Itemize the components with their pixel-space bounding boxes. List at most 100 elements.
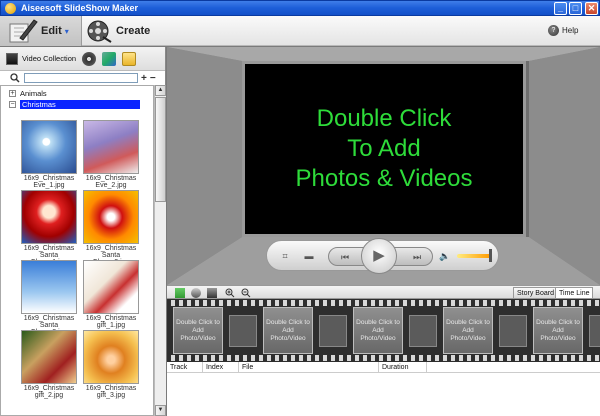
- crop-icon[interactable]: ⌗: [277, 248, 293, 264]
- column-duration[interactable]: Duration: [379, 362, 427, 372]
- film-perforations-bottom: [167, 355, 600, 361]
- preview-text-line1: Double Click: [316, 105, 452, 132]
- column-track[interactable]: Track: [167, 362, 203, 372]
- thumbnail-image: [21, 260, 77, 314]
- film-reel-icon: [87, 20, 112, 43]
- transition-slot[interactable]: [589, 315, 600, 347]
- preview-screen[interactable]: Double Click To Add Photos & Videos: [242, 61, 526, 237]
- thumbnail-image: [83, 190, 139, 244]
- transition-slot[interactable]: [409, 315, 437, 347]
- tree-node-animals[interactable]: + Animals: [9, 88, 47, 98]
- scroll-down-button[interactable]: ▼: [155, 405, 166, 416]
- thumbnail-item[interactable]: 16x9_Christmas gift_3.jpg: [83, 330, 139, 399]
- volume-slider[interactable]: [457, 254, 491, 258]
- column-file[interactable]: File: [239, 362, 379, 372]
- expand-icon[interactable]: +: [9, 89, 16, 97]
- thumbnail-caption: 16x9_Christmas gift_1.jpg: [85, 315, 137, 329]
- volume-knob[interactable]: [489, 249, 492, 262]
- tree-label: Christmas: [20, 99, 140, 109]
- preview-text-line2: To Add: [347, 135, 421, 162]
- folder-icon[interactable]: [122, 51, 137, 66]
- thumbnail-item[interactable]: 16x9_Christmas Santa Claus_2.jpg: [83, 190, 139, 266]
- preview-stage: Double Click To Add Photos & Videos ⌗ ▬ …: [167, 47, 600, 285]
- minimize-button[interactable]: _: [554, 2, 567, 15]
- tree-label: Animals: [20, 88, 47, 98]
- scroll-up-button[interactable]: ▲: [155, 85, 166, 96]
- import-photo-icon[interactable]: [102, 51, 117, 66]
- thumbnail-item[interactable]: 16x9_Christmas Eve_2.jpg: [83, 120, 139, 189]
- tab-story-board[interactable]: Story Board: [513, 287, 558, 299]
- transition-slot[interactable]: [499, 315, 527, 347]
- storyboard-slot[interactable]: Double Click to Add Photo/Video: [533, 307, 583, 354]
- track-table-header: Track Index File Duration: [167, 362, 600, 373]
- help-button[interactable]: ? Help: [548, 25, 578, 36]
- thumbnail-image: [83, 120, 139, 174]
- film-perforations-top: [167, 300, 600, 306]
- close-button[interactable]: ✕: [585, 2, 598, 15]
- library-toolbar: Video Collection: [0, 47, 165, 71]
- frame-icon[interactable]: ▬: [301, 248, 317, 264]
- previous-button[interactable]: ⏮: [337, 249, 353, 265]
- thumbnail-caption: 16x9_Christmas gift_3.jpg: [85, 385, 137, 399]
- add-folder-button[interactable]: +: [141, 73, 147, 84]
- add-media-icon[interactable]: [175, 288, 185, 298]
- tab-time-line[interactable]: Time Line: [555, 287, 594, 299]
- disc-icon[interactable]: [82, 51, 97, 66]
- thumbnail-caption: 16x9_Christmas Eve_1.jpg: [23, 175, 75, 189]
- media-library-panel: Video Collection + − + Animals − Christm…: [0, 47, 166, 416]
- video-collection-label[interactable]: Video Collection: [22, 54, 76, 63]
- thumbnail-item[interactable]: 16x9_Christmas Eve_1.jpg: [21, 120, 77, 189]
- edit-label: Edit: [41, 25, 62, 37]
- create-label: Create: [116, 25, 151, 37]
- search-row: + −: [0, 71, 165, 85]
- help-label: Help: [562, 26, 579, 35]
- video-collection-icon[interactable]: [6, 52, 18, 65]
- volume-icon[interactable]: 🔈: [437, 248, 453, 264]
- thumbnail-item[interactable]: 16x9_Christmas gift_1.jpg: [83, 260, 139, 329]
- next-button[interactable]: ⏭: [409, 249, 425, 265]
- search-input[interactable]: [24, 73, 138, 83]
- maximize-button[interactable]: □: [569, 2, 582, 15]
- thumbnail-item[interactable]: 16x9_Christmas Santa Claus_3.jpg: [21, 260, 77, 336]
- chevron-down-icon[interactable]: ▾: [65, 27, 69, 36]
- thumbnail-caption: 16x9_Christmas Eve_2.jpg: [85, 175, 137, 189]
- thumbnail-image: [83, 260, 139, 314]
- collection-tree: + Animals − Christmas 16x9_Christmas Eve…: [0, 85, 154, 416]
- thumbnail-caption: 16x9_Christmas gift_2.jpg: [23, 385, 75, 399]
- storyboard-slot[interactable]: Double Click to Add Photo/Video: [353, 307, 403, 354]
- collapse-icon[interactable]: −: [9, 100, 16, 108]
- main-toolbar: Edit ▾ Create ? Help: [0, 16, 600, 46]
- thumbnail-image: [83, 330, 139, 384]
- tree-node-christmas[interactable]: − Christmas: [9, 99, 140, 109]
- playback-controls: ⌗ ▬ ⏮ ⏭ ▶ 🔈: [266, 238, 499, 274]
- transition-slot[interactable]: [319, 315, 347, 347]
- thumbnail-image: [21, 120, 77, 174]
- scroll-thumb[interactable]: [155, 97, 166, 202]
- edit-icon: [6, 18, 38, 44]
- zoom-in-icon[interactable]: [225, 288, 235, 298]
- transition-slot[interactable]: [229, 315, 257, 347]
- column-index[interactable]: Index: [203, 362, 239, 372]
- zoom-out-icon[interactable]: [241, 288, 251, 298]
- thumbnail-item[interactable]: 16x9_Christmas gift_2.jpg: [21, 330, 77, 399]
- thumbnail-item[interactable]: 16x9_Christmas Santa Claus_1.jpg: [21, 190, 77, 266]
- thumbnail-image: [21, 330, 77, 384]
- library-scrollbar[interactable]: ▲ ▼: [154, 85, 166, 416]
- edit-tab[interactable]: Edit ▾: [0, 16, 82, 46]
- remove-folder-button[interactable]: −: [150, 73, 156, 84]
- add-music-icon[interactable]: [191, 288, 201, 298]
- storyboard-slot[interactable]: Double Click to Add Photo/Video: [443, 307, 493, 354]
- create-button[interactable]: Create: [86, 16, 156, 46]
- help-icon: ?: [548, 25, 559, 36]
- app-icon: [5, 2, 16, 14]
- title-bar: Aiseesoft SlideShow Maker _ □ ✕: [0, 0, 600, 16]
- storyboard-strip: Double Click to Add Photo/Video Double C…: [167, 299, 600, 362]
- storyboard-slot[interactable]: Double Click to Add Photo/Video: [173, 307, 223, 354]
- storyboard-slot[interactable]: Double Click to Add Photo/Video: [263, 307, 313, 354]
- search-icon: [10, 73, 20, 83]
- track-table: Track Index File Duration: [167, 362, 600, 416]
- play-button[interactable]: ▶: [361, 238, 397, 274]
- add-text-icon[interactable]: [207, 288, 217, 298]
- thumbnail-image: [21, 190, 77, 244]
- timeline-toolbar: Story Board Time Line: [167, 285, 600, 299]
